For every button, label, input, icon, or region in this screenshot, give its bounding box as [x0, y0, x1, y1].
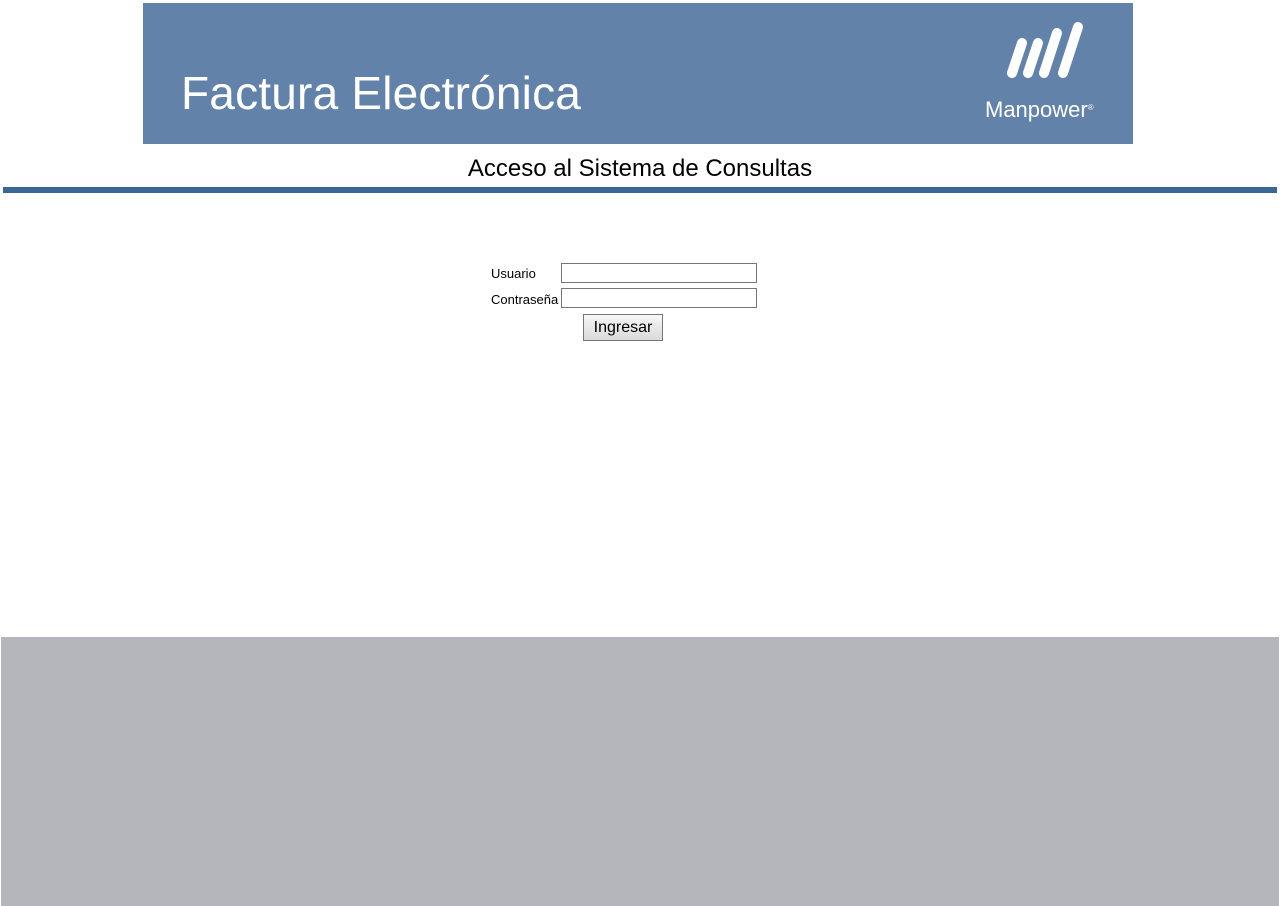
- brand-logo: Manpower®: [985, 21, 1107, 131]
- header-banner: Factura Electrónica Manpower®: [143, 3, 1133, 144]
- header-divider: [3, 187, 1277, 193]
- registered-mark: ®: [1087, 103, 1094, 112]
- username-field[interactable]: [561, 263, 757, 283]
- password-label: Contraseña: [491, 292, 559, 307]
- brand-name-text: Manpower: [985, 97, 1088, 122]
- username-label: Usuario: [491, 266, 536, 281]
- page-subtitle: Acceso al Sistema de Consultas: [467, 155, 813, 182]
- page: Factura Electrónica Manpower® Acceso al …: [0, 0, 1280, 906]
- app-title: Factura Electrónica: [181, 67, 582, 119]
- manpower-logo-icon: [1007, 22, 1083, 78]
- password-field[interactable]: [561, 288, 757, 308]
- footer-panel: [1, 637, 1279, 906]
- login-button[interactable]: Ingresar: [583, 314, 663, 341]
- brand-name: Manpower®: [985, 97, 1094, 123]
- login-form: Usuario Contraseña Ingresar: [489, 262, 759, 346]
